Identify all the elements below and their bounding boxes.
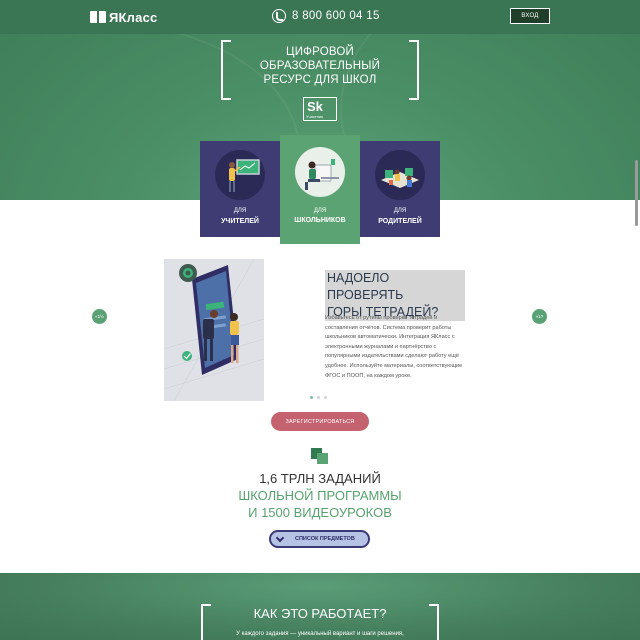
- slide-prev-button[interactable]: «1½: [92, 309, 107, 324]
- phone-icon: [272, 9, 286, 23]
- slide-next-button[interactable]: «1?: [532, 309, 547, 324]
- slide-text-line: электронными журналами и партнёрство с: [325, 343, 437, 350]
- stats-line-1: 1,6 ТРЛН ЗАДАНИЙ: [259, 471, 381, 486]
- how-title: КАК ЭТО РАБОТАЕТ?: [253, 606, 387, 621]
- card-parents[interactable]: ДЛЯ РОДИТЕЛЕЙ: [360, 141, 440, 237]
- hero-title: ЦИФРОВОЙ ОБРАЗОВАТЕЛЬНЫЙ РЕСУРС ДЛЯ ШКОЛ: [221, 45, 419, 87]
- hero-title-frame: ЦИФРОВОЙ ОБРАЗОВАТЕЛЬНЫЙ РЕСУРС ДЛЯ ШКОЛ: [221, 40, 419, 100]
- student-illustration: [295, 147, 345, 197]
- card-label: УЧИТЕЛЕЙ: [221, 218, 259, 225]
- card-label: РОДИТЕЛЕЙ: [378, 218, 422, 225]
- sk-badge-caption: Участник: [306, 114, 323, 119]
- squares-icon: [311, 448, 329, 464]
- slide-text-line: удобнее. Используйте материалы, соответс…: [325, 362, 463, 369]
- slide-text-line: ФГОС и ПООП, на каждом уроке.: [325, 372, 412, 379]
- parents-illustration: [375, 150, 425, 200]
- chevron-down-icon: [275, 533, 285, 542]
- card-students[interactable]: ДЛЯ ШКОЛЬНИКОВ: [280, 135, 360, 244]
- slide-text-line: популярными издательствами сделают работ…: [325, 353, 459, 360]
- slide-text-line: Избавьтесь от рутины проверки тетрадей и: [325, 315, 438, 321]
- pager-dot-3[interactable]: [324, 396, 327, 399]
- how-it-works-section: КАК ЭТО РАБОТАЕТ? У каждого задания — ун…: [0, 573, 640, 640]
- hero-title-line: ЦИФРОВОЙ: [286, 46, 354, 58]
- hero-title-line: РЕСУРС ДЛЯ ШКОЛ: [263, 74, 377, 86]
- pager-dot-2[interactable]: [317, 396, 320, 399]
- hero-title-line: ОБРАЗОВАТЕЛЬНЫЙ: [259, 60, 381, 72]
- slide-text-line: составления отчётов. Система проверит ра…: [325, 324, 452, 331]
- pager-dot-1[interactable]: [310, 396, 313, 399]
- slide-title-line: НАДОЕЛО ПРОВЕРЯТЬ: [327, 271, 404, 302]
- logo-text: ЯКласс: [109, 9, 158, 25]
- register-button[interactable]: ЗАРЕГИСТРИРОВАТЬСЯ: [271, 412, 369, 431]
- subjects-list-label: СПИСОК ПРЕДМЕТОВ: [295, 536, 355, 542]
- slide-pager: [310, 396, 327, 399]
- card-label-for: ДЛЯ: [393, 208, 407, 214]
- logo[interactable]: ЯКласс: [90, 9, 157, 25]
- sk-badge-mark: Sk: [307, 99, 323, 114]
- card-label-for: ДЛЯ: [313, 208, 327, 214]
- page-scrollbar[interactable]: [635, 160, 638, 226]
- book-logo-icon: [90, 11, 106, 23]
- login-button[interactable]: ВХОД: [510, 8, 550, 24]
- card-label-for: ДЛЯ: [233, 208, 247, 214]
- card-teachers[interactable]: ДЛЯ УЧИТЕЛЕЙ: [200, 141, 280, 237]
- stats-line-3: И 1500 ВИДЕОУРОКОВ: [248, 505, 392, 520]
- slide-text-line: школьников автоматически. Интеграция ЯКл…: [325, 334, 455, 341]
- top-navbar: ЯКласс 8 800 600 04 15 ВХОД: [0, 0, 640, 34]
- slide-illustration: [164, 259, 264, 401]
- stats-line-2: ШКОЛЬНОЙ ПРОГРАММЫ: [238, 488, 402, 503]
- subjects-list-button[interactable]: СПИСОК ПРЕДМЕТОВ: [269, 530, 370, 548]
- teacher-illustration: [215, 150, 265, 200]
- card-label: ШКОЛЬНИКОВ: [294, 217, 346, 224]
- slide-description: Избавьтесь от рутины проверки тетрадей и…: [325, 314, 483, 381]
- phone-number: 8 800 600 04 15: [292, 10, 380, 22]
- skolkovo-badge: Sk Участник: [303, 97, 337, 121]
- phone-contact[interactable]: 8 800 600 04 15: [272, 9, 380, 23]
- how-subtitle: У каждого задания — уникальный вариант и…: [236, 631, 404, 637]
